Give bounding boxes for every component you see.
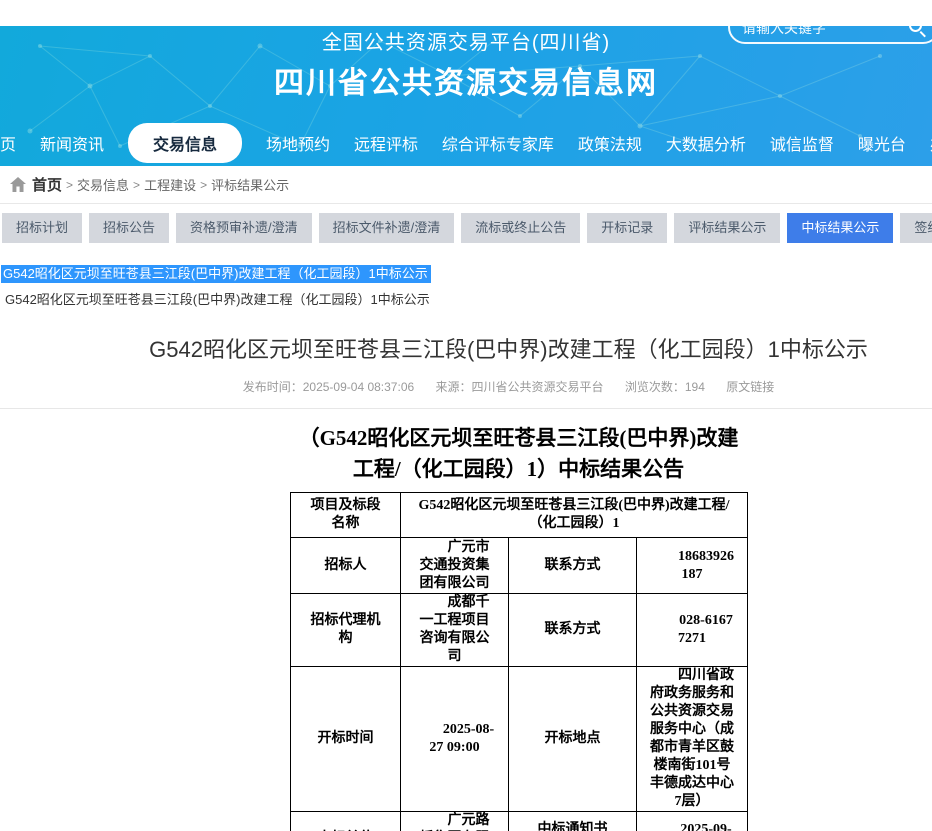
breadcrumb-separator: > — [200, 178, 207, 192]
nav-item-8[interactable]: 诚信监督 — [770, 131, 834, 155]
nav-item-1[interactable]: 新闻资讯 — [40, 131, 104, 155]
article-header: G542昭化区元坝至旺苍县三江段(巴中界)改建工程（化工园段）1中标公示 发布时… — [85, 332, 932, 395]
bid-result-table: 项目及标段名称G542昭化区元坝至旺苍县三江段(巴中界)改建工程/（化工园段）1… — [290, 492, 748, 831]
table-label-cell: 项目及标段名称 — [291, 493, 401, 538]
table-label-cell: 开标时间 — [291, 667, 401, 812]
tab-6[interactable]: 评标结果公示 — [674, 213, 780, 243]
tab-0[interactable]: 招标计划 — [2, 213, 82, 243]
breadcrumb-item-2[interactable]: 评标结果公示 — [211, 175, 289, 194]
tab-1[interactable]: 招标公告 — [89, 213, 169, 243]
table-row: 项目及标段名称G542昭化区元坝至旺苍县三江段(巴中界)改建工程/（化工园段）1 — [291, 493, 748, 538]
list-item-selected[interactable]: G542昭化区元坝至旺苍县三江段(巴中界)改建工程（化工园段）1中标公示 — [1, 266, 932, 281]
selected-announcement-link[interactable]: G542昭化区元坝至旺苍县三江段(巴中界)改建工程（化工园段）1中标公示 — [1, 265, 431, 283]
main-nav: 首页新闻资讯交易信息场地预约远程评标综合评标专家库政策法规大数据分析诚信监督曝光… — [0, 122, 932, 164]
table-value-cell: 广元路桥集团有限公司 — [401, 812, 509, 831]
table-row: 中标单位广元路桥集团有限公司中标通知书发出日期2025-09-10 — [291, 812, 748, 831]
view-count: 浏览次数：194 — [625, 380, 705, 394]
table-label-cell: 联系方式 — [509, 538, 637, 594]
nav-item-3[interactable]: 场地预约 — [266, 131, 330, 155]
announcement-link[interactable]: G542昭化区元坝至旺苍县三江段(巴中界)改建工程（化工园段）1中标公示 — [5, 289, 932, 308]
table-row: 招标人广元市交通投资集团有限公司联系方式18683926187 — [291, 538, 748, 594]
table-value-cell: 18683926187 — [637, 538, 748, 594]
table-label-cell: 中标通知书发出日期 — [509, 812, 637, 831]
original-link[interactable]: 原文链接 — [726, 380, 774, 394]
table-label-cell: 招标人 — [291, 538, 401, 594]
article-meta: 发布时间：2025-09-04 08:37:06 来源：四川省公共资源交易平台 … — [85, 378, 932, 395]
site-title: 四川省公共资源交易信息网 — [0, 58, 932, 102]
tab-2[interactable]: 资格预审补遗/澄清 — [176, 213, 312, 243]
table-row: 招标代理机构成都千一工程项目咨询有限公司联系方式028-61677271 — [291, 594, 748, 667]
site-header: 全国公共资源交易平台(四川省) 四川省公共资源交易信息网 首页新闻资讯交易信息场… — [0, 26, 932, 166]
publish-time: 发布时间：2025-09-04 08:37:06 — [243, 380, 414, 394]
tab-5[interactable]: 开标记录 — [587, 213, 667, 243]
bid-result-table-body: 项目及标段名称G542昭化区元坝至旺苍县三江段(巴中界)改建工程/（化工园段）1… — [291, 493, 748, 831]
table-value-cell: 成都千一工程项目咨询有限公司 — [401, 594, 509, 667]
table-value-cell: 广元市交通投资集团有限公司 — [401, 538, 509, 594]
table-value-cell: 028-61677271 — [637, 594, 748, 667]
table-value-cell: 2025-08-27 09:00 — [401, 667, 509, 812]
breadcrumb-items: > 交易信息 > 工程建设 > 评标结果公示 — [62, 175, 289, 194]
source: 来源：四川省公共资源交易平台 — [436, 380, 604, 394]
nav-item-2[interactable]: 交易信息 — [128, 123, 242, 163]
document-title: （G542昭化区元坝至旺苍县三江段(巴中界)改建工程/（化工园段）1）中标结果公… — [290, 423, 747, 485]
platform-title: 全国公共资源交易平台(四川省) — [0, 26, 932, 55]
table-label-cell: 联系方式 — [509, 594, 637, 667]
breadcrumb-home[interactable]: 首页 — [32, 174, 62, 195]
table-label-cell: 中标单位 — [291, 812, 401, 831]
tab-7[interactable]: 中标结果公示 — [787, 213, 893, 243]
nav-item-0[interactable]: 首页 — [0, 131, 16, 155]
tab-3[interactable]: 招标文件补遗/澄清 — [319, 213, 455, 243]
breadcrumb-item-0[interactable]: 交易信息 — [77, 175, 129, 194]
breadcrumb: 首页 > 交易信息 > 工程建设 > 评标结果公示 — [0, 166, 932, 204]
section-divider — [0, 408, 932, 409]
nav-item-6[interactable]: 政策法规 — [578, 131, 642, 155]
table-value-cell: 2025-09-10 — [637, 812, 748, 831]
document-body: （G542昭化区元坝至旺苍县三江段(巴中界)改建工程/（化工园段）1）中标结果公… — [290, 423, 747, 831]
breadcrumb-item-1[interactable]: 工程建设 — [144, 175, 196, 194]
tab-8[interactable]: 签约履行 — [900, 213, 932, 243]
nav-item-4[interactable]: 远程评标 — [354, 131, 418, 155]
breadcrumb-separator: > — [133, 178, 140, 192]
nav-item-9[interactable]: 曝光台 — [858, 131, 906, 155]
table-row: 开标时间2025-08-27 09:00开标地点四川省政府政务服务和公共资源交易… — [291, 667, 748, 812]
category-tabbar: 招标计划招标公告资格预审补遗/澄清招标文件补遗/澄清流标或终止公告开标记录评标结… — [2, 213, 932, 243]
table-label-cell: 招标代理机构 — [291, 594, 401, 667]
tab-4[interactable]: 流标或终止公告 — [461, 213, 580, 243]
table-label-cell: 开标地点 — [509, 667, 637, 812]
home-icon — [10, 177, 26, 192]
table-value-cell: G542昭化区元坝至旺苍县三江段(巴中界)改建工程/（化工园段）1 — [401, 493, 748, 538]
nav-item-7[interactable]: 大数据分析 — [666, 131, 746, 155]
page-title: G542昭化区元坝至旺苍县三江段(巴中界)改建工程（化工园段）1中标公示 — [85, 332, 932, 364]
announcement-list: G542昭化区元坝至旺苍县三江段(巴中界)改建工程（化工园段）1中标公示 G54… — [1, 266, 932, 308]
table-value-cell: 四川省政府政务服务和公共资源交易服务中心（成都市青羊区鼓楼南街101号丰德成达中… — [637, 667, 748, 812]
breadcrumb-separator: > — [66, 178, 73, 192]
nav-item-5[interactable]: 综合评标专家库 — [442, 131, 554, 155]
